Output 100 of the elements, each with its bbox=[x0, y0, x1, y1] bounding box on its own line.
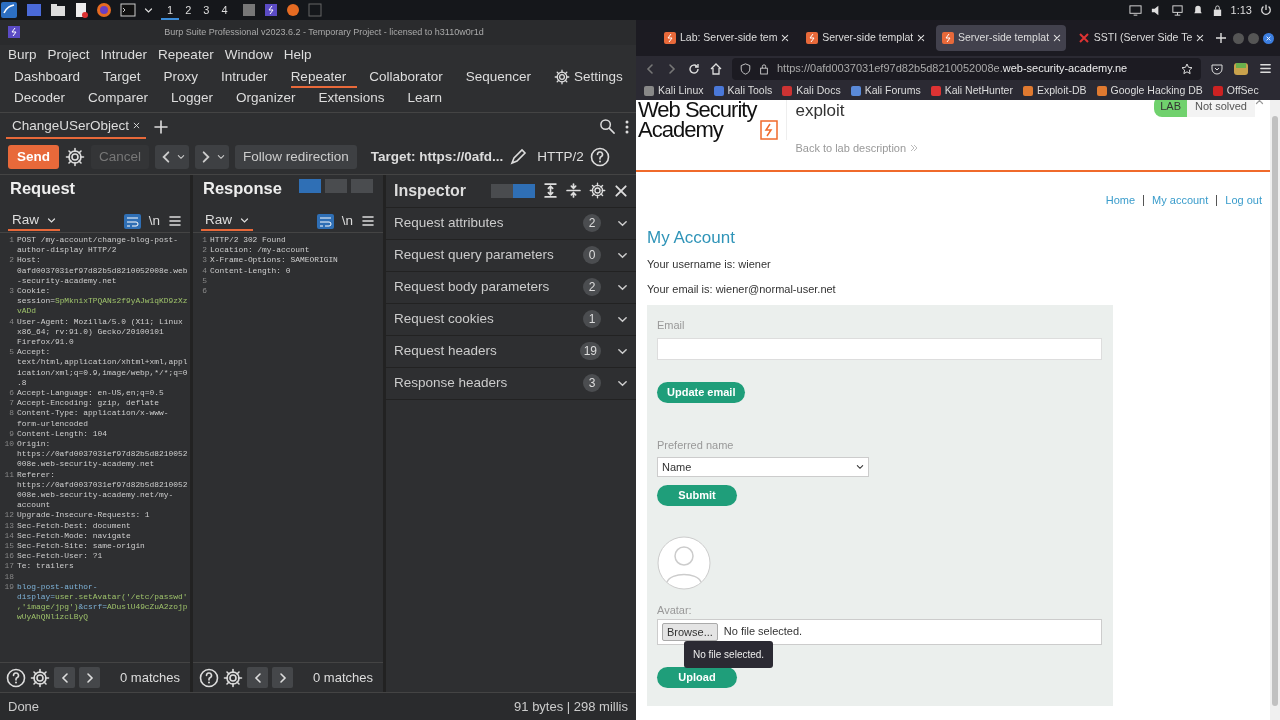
tool-tab[interactable]: Repeater bbox=[290, 68, 358, 89]
close-tab-icon[interactable] bbox=[781, 34, 790, 42]
tool-tab[interactable]: Intruder bbox=[221, 68, 279, 89]
previous-match-button[interactable] bbox=[54, 667, 75, 689]
home-icon[interactable] bbox=[710, 62, 722, 75]
caret-icon[interactable] bbox=[217, 153, 226, 162]
help-icon[interactable] bbox=[589, 147, 610, 168]
add-tab-icon[interactable] bbox=[154, 119, 169, 134]
power-icon[interactable] bbox=[1260, 4, 1272, 16]
menu-item[interactable]: Project bbox=[47, 45, 90, 66]
help-icon[interactable] bbox=[199, 667, 219, 688]
lock-icon[interactable] bbox=[1211, 3, 1223, 17]
layout-toggle[interactable] bbox=[299, 178, 321, 193]
browse-button[interactable]: Browse... bbox=[662, 622, 718, 641]
browser-tab[interactable]: Server-side templat bbox=[936, 25, 1066, 51]
view-selector[interactable]: Raw bbox=[8, 211, 60, 232]
caret-icon[interactable] bbox=[240, 215, 249, 225]
tool-tab[interactable]: Extensions bbox=[318, 88, 396, 109]
layout-toggle[interactable] bbox=[351, 178, 373, 193]
close-tab-icon[interactable] bbox=[133, 122, 141, 130]
tool-tab[interactable]: Target bbox=[103, 68, 152, 89]
inspector-section[interactable]: Request headers 19 bbox=[386, 335, 636, 368]
view-selector[interactable]: Raw bbox=[201, 211, 253, 232]
inspector-section[interactable]: Request attributes 2 bbox=[386, 207, 636, 240]
extension-icon[interactable] bbox=[1233, 61, 1249, 76]
search-icon[interactable] bbox=[599, 118, 616, 136]
workspace-button[interactable]: 2 bbox=[179, 0, 198, 20]
next-match-button[interactable] bbox=[272, 667, 293, 689]
tool-tab[interactable]: Logger bbox=[171, 88, 225, 109]
layout-toggle[interactable] bbox=[491, 183, 513, 198]
menu-icon[interactable] bbox=[168, 214, 182, 229]
tool-tab[interactable]: Learn bbox=[407, 88, 453, 109]
workspace-button[interactable]: 4 bbox=[215, 0, 234, 20]
bookmark-link[interactable]: Google Hacking DB bbox=[1096, 82, 1203, 99]
next-match-button[interactable] bbox=[79, 667, 100, 689]
help-icon[interactable] bbox=[6, 667, 26, 688]
collapse-icon[interactable] bbox=[566, 183, 581, 199]
terminal-icon[interactable] bbox=[120, 3, 136, 17]
more-options-icon[interactable] bbox=[624, 118, 630, 135]
close-icon[interactable] bbox=[614, 183, 628, 198]
newline-toggle[interactable]: \n bbox=[341, 211, 353, 232]
text-editor-icon[interactable] bbox=[74, 2, 88, 18]
bookmark-link[interactable]: Kali Linux bbox=[644, 82, 704, 99]
window-thumbnail-icon[interactable] bbox=[307, 3, 322, 17]
text-wrap-icon[interactable] bbox=[123, 213, 141, 229]
menu-icon[interactable] bbox=[1259, 62, 1272, 75]
inspector-section[interactable]: Request query parameters 0 bbox=[386, 239, 636, 272]
address-bar[interactable]: https://0afd0037031ef97d82b5d8210052008e.web-security-academy.ne bbox=[732, 57, 1201, 80]
close-tab-icon[interactable] bbox=[1053, 34, 1062, 42]
browser-tab[interactable]: Server-side templat bbox=[800, 25, 930, 51]
burp-app-icon[interactable] bbox=[263, 3, 278, 17]
app-menu-icon[interactable] bbox=[0, 1, 18, 19]
web-browser-icon[interactable] bbox=[96, 2, 112, 18]
tool-tab[interactable]: Comparer bbox=[88, 88, 160, 109]
back-icon[interactable] bbox=[644, 62, 656, 75]
caret-icon[interactable] bbox=[47, 215, 56, 225]
bookmark-link[interactable]: Exploit-DB bbox=[1022, 82, 1087, 99]
preferred-name-select[interactable]: Name bbox=[657, 457, 869, 477]
settings-tab[interactable]: Settings bbox=[554, 68, 634, 89]
next-button[interactable] bbox=[195, 145, 230, 170]
desktop-icon[interactable] bbox=[26, 3, 42, 17]
bookmark-link[interactable]: Kali NetHunter bbox=[930, 82, 1013, 99]
settings-icon[interactable] bbox=[30, 667, 50, 688]
browser-tab[interactable]: Lab: Server-side tem bbox=[658, 25, 795, 51]
file-input[interactable]: Browse... No file selected. bbox=[657, 618, 1102, 645]
bookmark-link[interactable]: Kali Docs bbox=[782, 82, 841, 99]
bookmark-link[interactable]: OffSec bbox=[1212, 82, 1259, 99]
edit-target-icon[interactable] bbox=[509, 148, 528, 167]
forward-icon[interactable] bbox=[666, 62, 678, 75]
close-tab-icon[interactable] bbox=[917, 34, 926, 42]
scrollbar[interactable] bbox=[1270, 100, 1280, 720]
email-input[interactable] bbox=[657, 337, 1102, 360]
folder-icon[interactable] bbox=[50, 3, 66, 17]
dropdown-caret-icon[interactable] bbox=[144, 5, 153, 15]
tool-tab[interactable]: Dashboard bbox=[14, 68, 92, 89]
bookmark-link[interactable]: Kali Forums bbox=[850, 82, 921, 99]
inspector-section[interactable]: Request cookies 1 bbox=[386, 303, 636, 336]
menu-icon[interactable] bbox=[361, 214, 375, 229]
settings-icon[interactable] bbox=[589, 182, 606, 200]
reload-icon[interactable] bbox=[688, 62, 700, 75]
expand-icon[interactable] bbox=[543, 183, 558, 199]
previous-match-button[interactable] bbox=[247, 667, 268, 689]
newline-toggle[interactable]: \n bbox=[148, 211, 160, 232]
settings-icon[interactable] bbox=[65, 147, 85, 168]
layout-toggle[interactable] bbox=[513, 183, 535, 198]
tool-tab[interactable]: Decoder bbox=[14, 88, 77, 109]
display-icon[interactable] bbox=[1128, 3, 1142, 17]
text-wrap-icon[interactable] bbox=[316, 213, 334, 229]
bookmark-link[interactable]: Kali Tools bbox=[713, 82, 773, 99]
menu-item[interactable]: Help bbox=[283, 45, 312, 66]
follow-redirection-button[interactable]: Follow redirection bbox=[235, 145, 357, 170]
request-tab[interactable]: ChangeUSerObject bbox=[6, 114, 147, 139]
tool-tab[interactable]: Sequencer bbox=[465, 68, 543, 89]
tool-tab[interactable]: Collaborator bbox=[369, 68, 454, 89]
close-window-icon[interactable] bbox=[1263, 32, 1274, 44]
site-logo[interactable]: Web Security Academy bbox=[638, 100, 757, 140]
menu-item[interactable]: Burp bbox=[8, 45, 37, 66]
new-tab-icon[interactable] bbox=[1215, 32, 1227, 44]
inspector-section[interactable]: Request body parameters 2 bbox=[386, 271, 636, 304]
menu-item[interactable]: Repeater bbox=[158, 45, 214, 66]
